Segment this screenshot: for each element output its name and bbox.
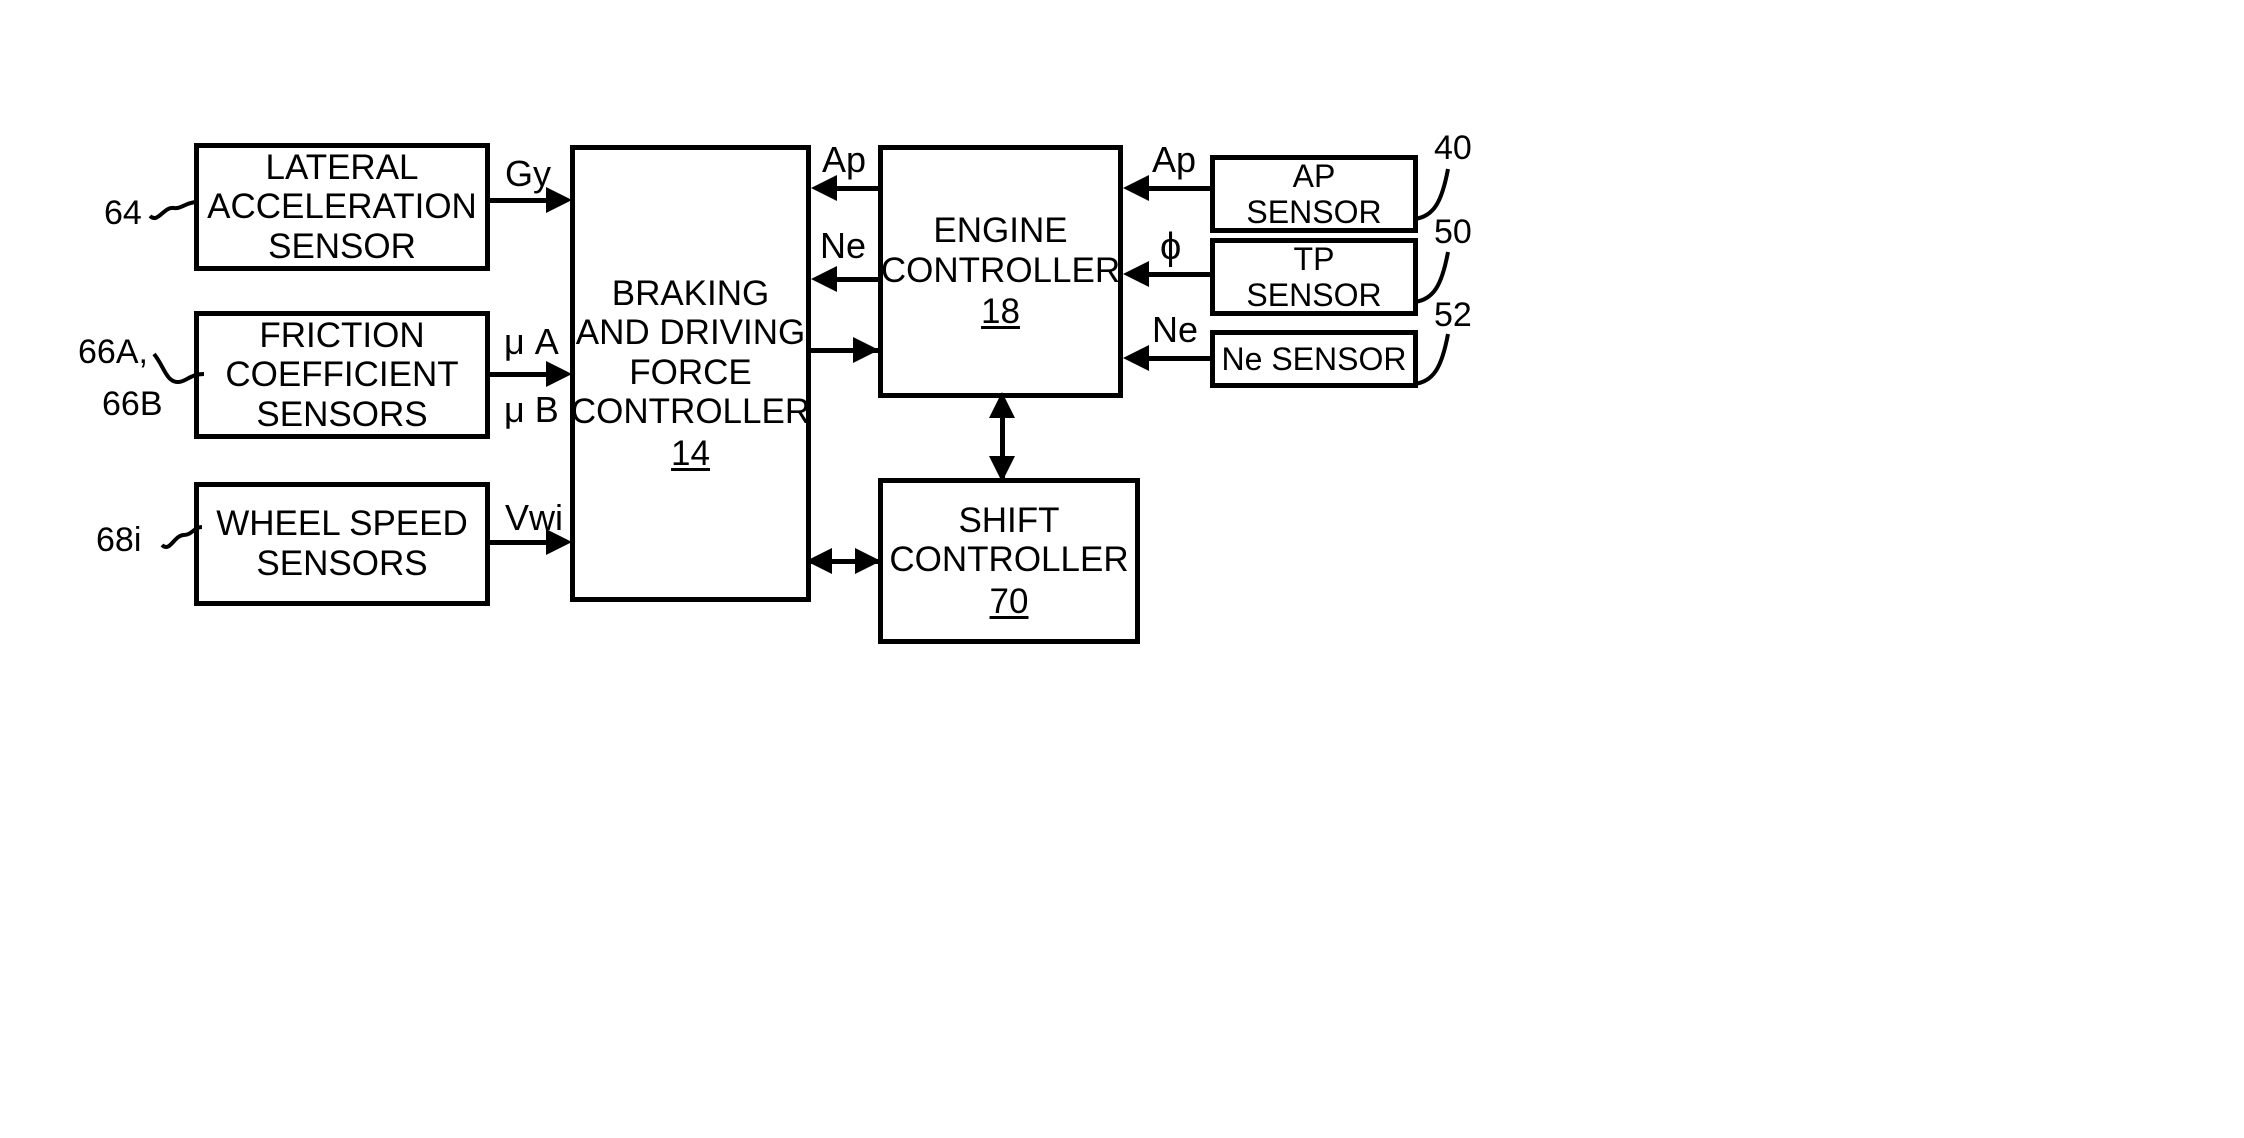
- signal-label-vwi: Vwi: [505, 497, 564, 538]
- block-wheel-speed-sensors: WHEEL SPEED SENSORS: [194, 482, 490, 606]
- block-label-line: AND DRIVING: [575, 313, 806, 353]
- block-label-line: ENGINE: [933, 211, 1068, 251]
- connector-ne-left-line: [836, 277, 882, 282]
- block-label-line: COEFFICIENT: [225, 355, 459, 395]
- signal-label-gy: Gy: [505, 153, 552, 194]
- connector-braking-shift-arrowhead-right: [855, 548, 881, 574]
- connector-mu-arrowhead: [546, 361, 572, 387]
- block-label-line: FRICTION: [259, 315, 425, 355]
- block-label-line: BRAKING: [611, 273, 770, 313]
- connector-ap-left-line: [836, 186, 882, 191]
- connector-braking-to-engine-arrowhead: [853, 337, 879, 363]
- reference-label-66a: 66A,: [78, 333, 148, 371]
- block-engine-controller: ENGINE CONTROLLER 18: [878, 145, 1123, 398]
- block-label-line: CONTROLLER: [889, 540, 1129, 580]
- block-label-line: Ne SENSOR: [1221, 340, 1407, 377]
- connector-ap-right-arrowhead: [1123, 175, 1149, 201]
- connector-gy-line: [490, 198, 548, 203]
- signal-label-mu-b: μ B: [504, 389, 559, 430]
- block-lateral-acceleration-sensor: LATERAL ACCELERATION SENSOR: [194, 143, 490, 271]
- reference-label-50: 50: [1434, 213, 1472, 251]
- signal-label-ap-left: Ap: [822, 139, 867, 180]
- leader-line-66: [152, 352, 205, 385]
- block-label-line: ACCELERATION: [207, 187, 477, 227]
- block-label-line: SENSORS: [256, 544, 428, 583]
- connector-mu-line: [490, 372, 548, 377]
- patent-figure-canvas: LATERAL ACCELERATION SENSOR FRICTION COE…: [0, 0, 2244, 1138]
- block-label-line: SENSOR: [268, 226, 416, 266]
- reference-label-64: 64: [104, 194, 142, 232]
- leader-line-64: [148, 200, 199, 220]
- block-label-line: AP: [1292, 157, 1336, 194]
- connector-engine-shift-arrowhead-down: [989, 456, 1015, 482]
- block-ap-sensor: AP SENSOR: [1210, 155, 1418, 233]
- connector-ne-right-arrowhead: [1123, 345, 1149, 371]
- reference-label-52: 52: [1434, 296, 1472, 334]
- connector-phi-arrowhead: [1123, 261, 1149, 287]
- reference-label-40: 40: [1434, 129, 1472, 167]
- block-label-line: TP: [1293, 240, 1335, 277]
- block-tp-sensor: TP SENSOR: [1210, 238, 1418, 316]
- connector-ne-right-line: [1148, 356, 1212, 361]
- block-label-line: WHEEL SPEED: [216, 504, 468, 544]
- signal-label-ne-right: Ne: [1152, 309, 1199, 350]
- connector-ap-right-line: [1148, 186, 1212, 191]
- block-label-line: LATERAL: [265, 147, 419, 187]
- block-label-line: FORCE: [629, 352, 752, 392]
- signal-label-ne-left: Ne: [820, 225, 867, 266]
- reference-label-68i: 68i: [96, 521, 142, 559]
- connector-braking-shift-arrowhead-left: [806, 548, 832, 574]
- leader-line-68i: [160, 525, 203, 549]
- connector-vwi-line: [490, 540, 548, 545]
- block-reference-number: 14: [671, 433, 710, 473]
- signal-label-phi: ϕ: [1160, 226, 1182, 268]
- block-reference-number: 18: [981, 292, 1020, 332]
- signal-label-mu-a: μ A: [504, 321, 559, 362]
- reference-label-66b: 66B: [102, 385, 163, 423]
- block-friction-coefficient-sensors: FRICTION COEFFICIENT SENSORS: [194, 311, 490, 439]
- block-label-line: SHIFT: [958, 500, 1060, 540]
- block-label-line: SENSORS: [256, 394, 428, 434]
- block-reference-number: 70: [989, 581, 1029, 621]
- block-label-line: SENSOR: [1246, 277, 1382, 313]
- block-shift-controller: SHIFT CONTROLLER 70: [878, 478, 1140, 644]
- connector-ne-left-arrowhead: [811, 266, 837, 292]
- block-ne-sensor: Ne SENSOR: [1210, 330, 1418, 388]
- signal-label-ap-right: Ap: [1152, 139, 1197, 180]
- leader-line-52: [1413, 333, 1450, 386]
- connector-engine-shift-arrowhead-up: [989, 392, 1015, 418]
- block-label-line: SENSOR: [1246, 194, 1382, 230]
- block-label-line: CONTROLLER: [570, 392, 811, 432]
- block-braking-and-driving-force-controller: BRAKING AND DRIVING FORCE CONTROLLER 14: [570, 145, 811, 602]
- block-label-line: CONTROLLER: [880, 250, 1121, 290]
- connector-phi-line: [1148, 272, 1212, 277]
